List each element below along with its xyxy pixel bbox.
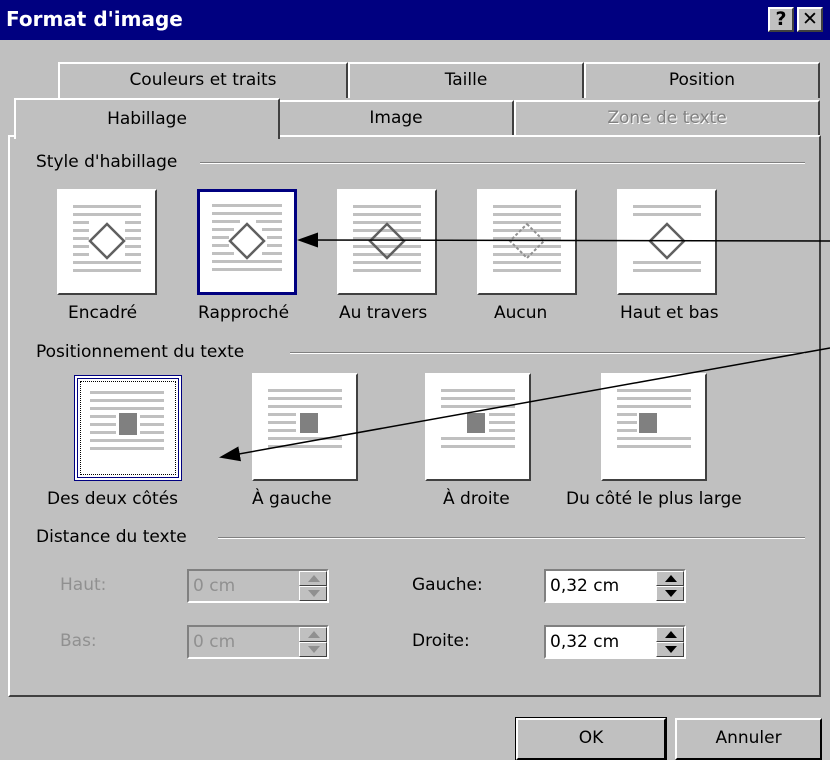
bas-value: 0 cm: [193, 632, 236, 652]
haut-label: Haut:: [60, 575, 107, 595]
wrap-option-encadre[interactable]: [57, 189, 157, 295]
tab-habillage[interactable]: Habillage: [14, 98, 280, 139]
title-bar[interactable]: Format d'image ? ✕: [0, 0, 830, 40]
haut-increment-button[interactable]: [299, 571, 327, 586]
haut-value: 0 cm: [193, 576, 236, 596]
wrap-option-au-travers[interactable]: [337, 189, 437, 295]
wrap-none-icon: [493, 205, 561, 272]
tab-couleurs-et-traits[interactable]: Couleurs et traits: [58, 62, 348, 98]
close-button[interactable]: ✕: [797, 7, 823, 32]
tab-image[interactable]: Image: [278, 100, 514, 136]
bas-stepper[interactable]: 0 cm: [187, 625, 329, 659]
gauche-increment-button[interactable]: [656, 571, 684, 586]
group-label-wrap-style: Style d'habillage: [36, 152, 188, 172]
help-button[interactable]: ?: [768, 7, 794, 32]
droite-value[interactable]: 0,32 cm: [550, 632, 619, 652]
position-label-largest: Du côté le plus large: [566, 489, 742, 509]
wrap-square-icon: [73, 205, 141, 272]
wrap-option-rapproche[interactable]: [197, 189, 297, 295]
ok-button[interactable]: OK: [515, 717, 667, 760]
wrap-option-haut-et-bas[interactable]: [617, 189, 717, 295]
text-right-icon: [441, 389, 515, 448]
wrap-label-rapproche: Rapproché: [198, 303, 290, 323]
arrow-up-icon: [665, 575, 677, 582]
arrow-up-icon: [308, 631, 320, 638]
arrow-down-icon: [308, 590, 320, 597]
position-label-right: À droite: [443, 489, 510, 509]
position-label-both-sides: Des deux côtés: [47, 489, 179, 509]
group-divider: [290, 352, 805, 354]
gauche-stepper[interactable]: 0,32 cm: [544, 569, 686, 603]
wrap-top-bottom-icon: [633, 205, 701, 272]
position-option-right[interactable]: [425, 373, 531, 481]
droite-stepper[interactable]: 0,32 cm: [544, 625, 686, 659]
cancel-button[interactable]: Annuler: [675, 718, 822, 760]
group-divider: [200, 162, 805, 164]
arrow-up-icon: [308, 575, 320, 582]
bas-decrement-button[interactable]: [299, 642, 327, 657]
droite-decrement-button[interactable]: [656, 642, 684, 657]
position-option-largest[interactable]: [601, 373, 707, 481]
position-label-left: À gauche: [252, 489, 332, 509]
wrap-through-icon: [353, 205, 421, 272]
position-option-left[interactable]: [252, 373, 358, 481]
arrow-down-icon: [308, 646, 320, 653]
wrap-tight-icon: [212, 204, 282, 271]
tab-zone-de-texte[interactable]: Zone de texte: [514, 100, 820, 136]
wrap-label-encadre: Encadré: [68, 303, 138, 323]
window-title: Format d'image: [6, 7, 183, 31]
wrap-option-aucun[interactable]: [477, 189, 577, 295]
haut-decrement-button[interactable]: [299, 586, 327, 601]
arrow-down-icon: [665, 590, 677, 597]
arrow-up-icon: [665, 631, 677, 638]
text-both-sides-icon: [90, 391, 164, 450]
droite-increment-button[interactable]: [656, 627, 684, 642]
position-option-both-sides[interactable]: [74, 375, 182, 481]
group-divider: [218, 537, 805, 539]
gauche-decrement-button[interactable]: [656, 586, 684, 601]
bas-label: Bas:: [60, 631, 97, 651]
gauche-label: Gauche:: [412, 575, 483, 595]
wrap-label-au-travers: Au travers: [339, 303, 428, 323]
haut-stepper[interactable]: 0 cm: [187, 569, 329, 603]
gauche-value[interactable]: 0,32 cm: [550, 576, 619, 596]
wrap-label-haut-et-bas: Haut et bas: [620, 303, 719, 323]
group-label-text-position: Positionnement du texte: [36, 342, 255, 362]
wrap-label-aucun: Aucun: [494, 303, 548, 323]
text-left-icon: [268, 389, 342, 448]
arrow-down-icon: [665, 646, 677, 653]
tab-position[interactable]: Position: [584, 62, 820, 98]
bas-increment-button[interactable]: [299, 627, 327, 642]
droite-label: Droite:: [412, 631, 470, 651]
tab-taille[interactable]: Taille: [348, 62, 584, 98]
text-largest-side-icon: [617, 389, 691, 448]
group-label-distance: Distance du texte: [36, 527, 197, 547]
